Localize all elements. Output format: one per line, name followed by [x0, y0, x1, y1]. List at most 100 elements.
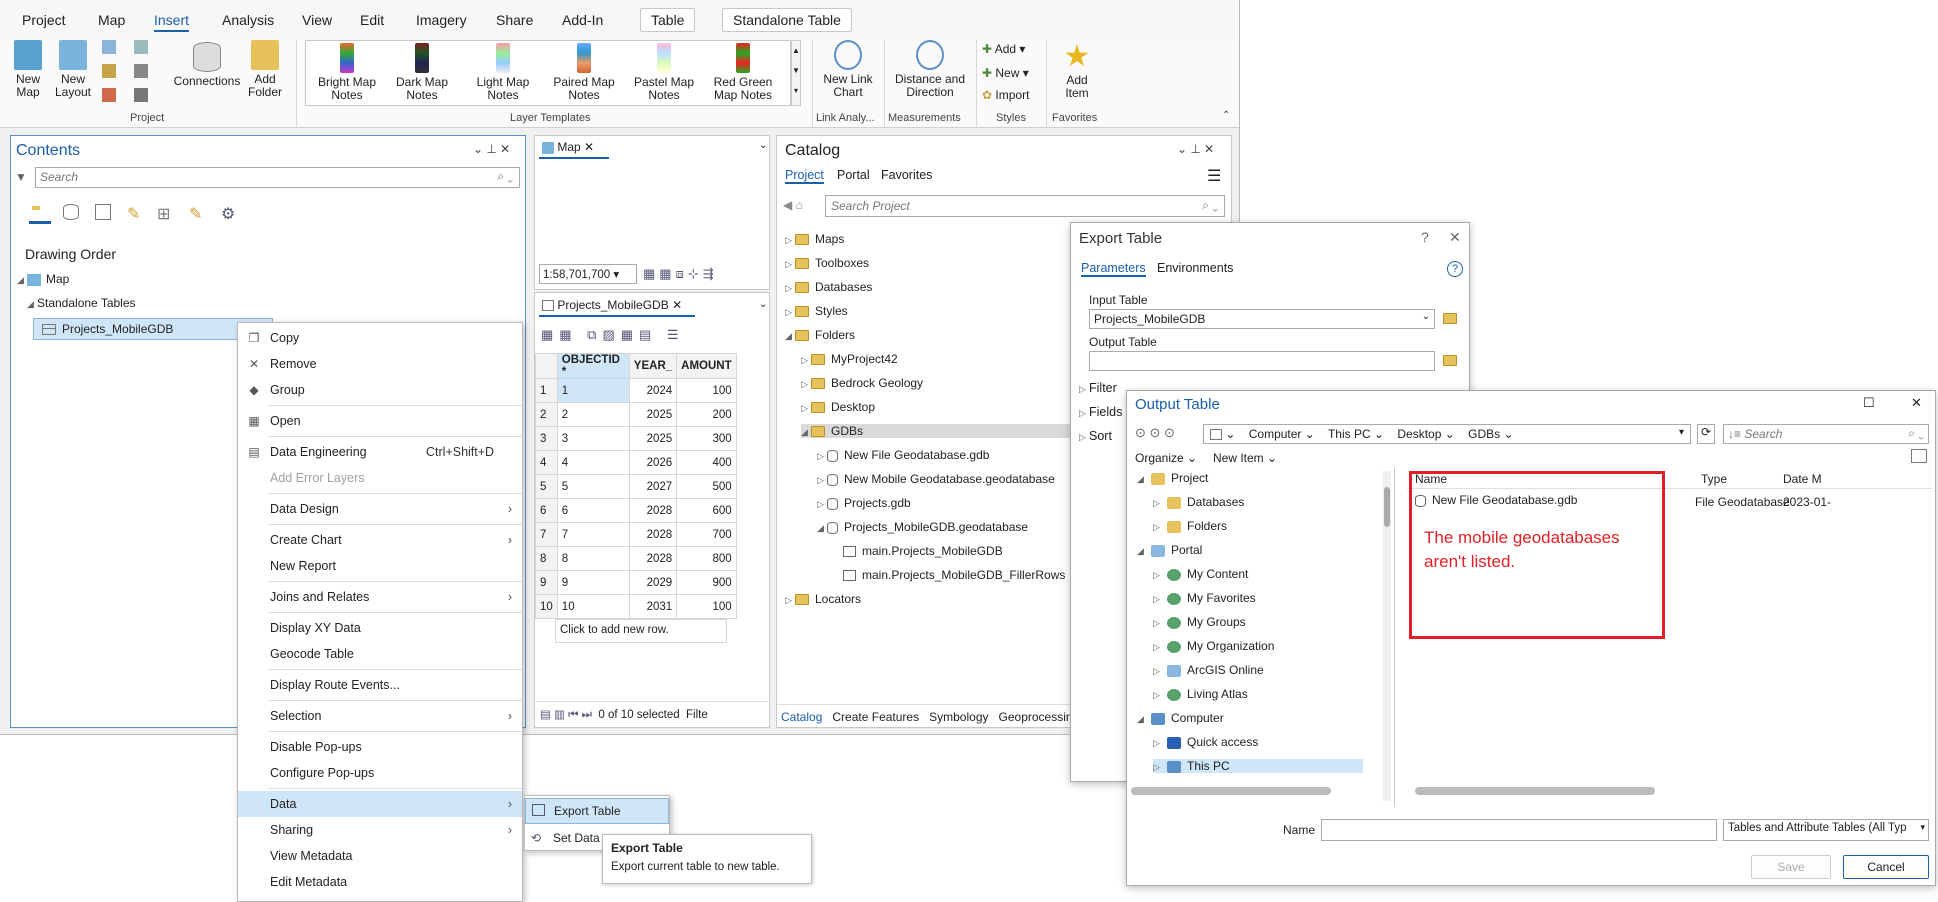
- map-tools-icon[interactable]: ▦▦⧈⊹⇶: [643, 266, 718, 282]
- menu-item-new-report[interactable]: New Report: [238, 553, 522, 579]
- menu-share[interactable]: Share: [496, 12, 533, 28]
- expander-icon[interactable]: ▷: [785, 307, 795, 318]
- nav-item-quick-access[interactable]: ▷ Quick access: [1153, 735, 1258, 749]
- new-link-chart-button[interactable]: New Link Chart: [820, 40, 876, 99]
- collapse-ribbon-icon[interactable]: ⌃: [1222, 110, 1230, 121]
- organize-menu[interactable]: Organize ⌄: [1135, 451, 1197, 465]
- cell-amount[interactable]: 200: [676, 402, 737, 427]
- column-header-amount[interactable]: AMOUNT: [676, 353, 737, 379]
- contents-search-input[interactable]: Search ⌕ ⌄: [35, 167, 520, 188]
- dialog-search-input[interactable]: ↓≡ Search ⌕ ⌄: [1723, 424, 1929, 444]
- catalog-item-main-projects-mobilegdb[interactable]: main.Projects_MobileGDB: [833, 544, 1003, 558]
- row-number[interactable]: 5: [535, 474, 558, 499]
- nav-item-my-content[interactable]: ▷ My Content: [1153, 567, 1248, 581]
- chevron-down-icon[interactable]: ⌄: [759, 299, 767, 310]
- table-row[interactable]: 5 5 2027 500: [535, 474, 737, 499]
- expander-icon[interactable]: ▷: [817, 475, 827, 486]
- connections-button[interactable]: Connections: [172, 42, 242, 88]
- cell-amount[interactable]: 100: [676, 378, 737, 403]
- nav-item-portal[interactable]: ◢ Portal: [1137, 543, 1202, 557]
- nav-back-forward-icon[interactable]: ⊙ ⊙ ⊙: [1135, 425, 1175, 441]
- catalog-item-databases[interactable]: ▷ Databases: [785, 280, 872, 294]
- cell-objectid[interactable]: 5: [556, 474, 630, 499]
- expander-icon[interactable]: ▷: [817, 499, 827, 510]
- catalog-item-main-projects-mobilegdb-fillerrows[interactable]: main.Projects_MobileGDB_FillerRows: [833, 568, 1065, 582]
- cell-objectid[interactable]: 10: [556, 594, 630, 619]
- nav-item-my-organization[interactable]: ▷ My Organization: [1153, 639, 1274, 653]
- menu-item-geocode-table[interactable]: Geocode Table: [238, 641, 522, 667]
- row-number[interactable]: 3: [535, 426, 558, 451]
- close-icon[interactable]: ✕: [672, 298, 682, 312]
- data-source-icon[interactable]: [63, 204, 79, 220]
- column-header-year[interactable]: YEAR_: [628, 353, 678, 379]
- expander-icon[interactable]: ▷: [1153, 666, 1163, 677]
- row-number[interactable]: 2: [535, 402, 558, 427]
- scene-icon[interactable]: [134, 88, 148, 102]
- expander-icon[interactable]: ▷: [1153, 738, 1163, 749]
- type-filter-select[interactable]: Tables and Attribute Tables (All Typ ▾: [1723, 819, 1929, 841]
- menu-item-data-design[interactable]: Data Design ›: [238, 496, 522, 522]
- menu-item-open[interactable]: ▦ Open: [238, 408, 522, 434]
- cell-objectid[interactable]: 1: [556, 378, 630, 403]
- new-layout-button[interactable]: New Layout: [50, 40, 96, 99]
- cell-objectid[interactable]: 6: [556, 498, 630, 523]
- cell-amount[interactable]: 900: [676, 570, 737, 595]
- breadcrumb-desktop[interactable]: Desktop: [1397, 427, 1441, 441]
- cell-amount[interactable]: 500: [676, 474, 737, 499]
- menu-item-view-metadata[interactable]: View Metadata: [238, 843, 522, 869]
- nav-item-databases[interactable]: ▷ Databases: [1153, 495, 1244, 509]
- notebook-icon[interactable]: [134, 64, 148, 78]
- pane-options-icon[interactable]: ⌄ ⊥ ✕: [473, 142, 510, 156]
- cell-year[interactable]: 2029: [628, 570, 678, 595]
- table-row[interactable]: 9 9 2029 900: [535, 570, 737, 595]
- output-table-field[interactable]: [1089, 351, 1435, 371]
- row-number[interactable]: 10: [535, 594, 558, 619]
- tab-standalone-table[interactable]: Standalone Table: [722, 8, 852, 32]
- save-button[interactable]: Save: [1751, 855, 1831, 879]
- expander-icon[interactable]: ▷: [1153, 690, 1163, 701]
- menu-project[interactable]: Project: [22, 12, 66, 28]
- cell-year[interactable]: 2027: [628, 474, 678, 499]
- expander-icon[interactable]: ▷: [1153, 498, 1163, 509]
- menu-item-edit-metadata[interactable]: Edit Metadata: [238, 869, 522, 895]
- expander-icon[interactable]: ▷: [785, 235, 795, 246]
- nav-item-folders[interactable]: ▷ Folders: [1153, 519, 1227, 533]
- close-icon[interactable]: ✕: [1449, 229, 1461, 246]
- map-tab[interactable]: Map ✕: [539, 137, 609, 159]
- expander-icon[interactable]: ▷: [801, 379, 811, 390]
- cell-year[interactable]: 2028: [628, 498, 678, 523]
- menu-item-group[interactable]: ◆ Group: [238, 377, 522, 403]
- expander-icon[interactable]: ▷: [1153, 522, 1163, 533]
- expander-icon[interactable]: ▷: [1153, 618, 1163, 629]
- menu-analysis[interactable]: Analysis: [222, 12, 274, 28]
- menu-item-display-xy-data[interactable]: Display XY Data: [238, 615, 522, 641]
- row-number[interactable]: 8: [535, 546, 558, 571]
- expander-icon[interactable]: ◢: [785, 331, 795, 342]
- bottom-tab-create-features[interactable]: Create Features: [832, 710, 919, 724]
- expander-icon[interactable]: ▷: [785, 595, 795, 606]
- catalog-item-new-file-geodatabase-gdb[interactable]: ▷ New File Geodatabase.gdb: [817, 448, 989, 462]
- back-icon[interactable]: ◀ ⌂: [783, 198, 803, 212]
- menu-item-selection[interactable]: Selection ›: [238, 703, 522, 729]
- section-sort[interactable]: ▷ Sort: [1079, 429, 1112, 443]
- cell-amount[interactable]: 100: [676, 594, 737, 619]
- catalog-item-desktop[interactable]: ▷ Desktop: [801, 400, 875, 414]
- expander-icon[interactable]: ▷: [1153, 762, 1163, 773]
- row-number[interactable]: 7: [535, 522, 558, 547]
- cell-objectid[interactable]: 9: [556, 570, 630, 595]
- distance-direction-button[interactable]: Distance and Direction: [890, 40, 970, 99]
- refresh-icon[interactable]: ⟳: [1697, 424, 1715, 444]
- menu-edit[interactable]: Edit: [360, 12, 384, 28]
- nav-item-arcgis-online[interactable]: ▷ ArcGIS Online: [1153, 663, 1264, 677]
- menu-item-data[interactable]: Data ›: [238, 791, 522, 817]
- info-icon[interactable]: ?: [1447, 261, 1463, 277]
- menu-view[interactable]: View: [302, 12, 332, 28]
- catalog-item-styles[interactable]: ▷ Styles: [785, 304, 848, 318]
- cell-amount[interactable]: 800: [676, 546, 737, 571]
- tool-tab-parameters[interactable]: Parameters: [1081, 261, 1146, 277]
- bottom-tab-catalog[interactable]: Catalog: [781, 710, 822, 724]
- cell-objectid[interactable]: 7: [556, 522, 630, 547]
- menu-icon[interactable]: ☰: [1207, 166, 1221, 186]
- browse-folder-icon[interactable]: [1443, 355, 1457, 366]
- export-table-menu-item[interactable]: Export Table: [525, 798, 669, 824]
